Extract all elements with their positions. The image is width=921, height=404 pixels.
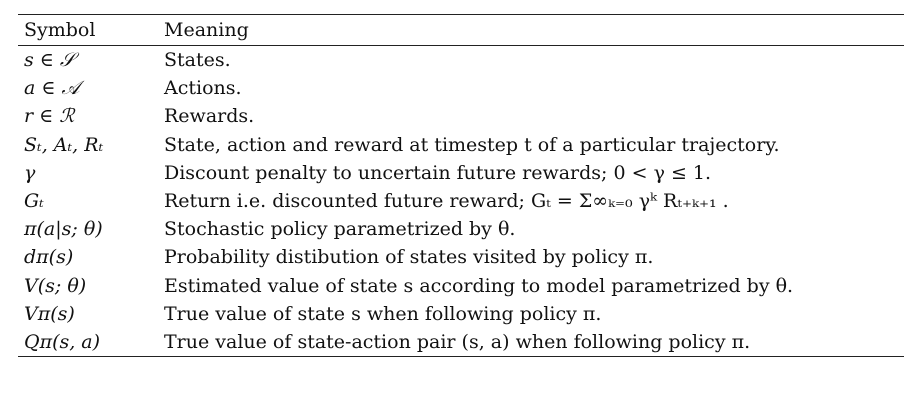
symbol-cell: V(s; θ): [24, 274, 87, 297]
meaning-cell: Rewards.: [164, 105, 255, 128]
meaning-cell: True value of state s when following pol…: [164, 302, 602, 325]
symbol-cell: Gₜ: [24, 190, 44, 213]
table-header-row: Symbol Meaning: [18, 14, 904, 46]
table-row: r ∈ ℛ Rewards.: [18, 102, 904, 130]
symbol-cell: dπ(s): [24, 246, 74, 269]
notation-table-container: Symbol Meaning s ∈ 𝒮 States. a ∈ 𝒜 Actions.…: [18, 14, 904, 357]
table-row: γ Discount penalty to uncertain future re…: [18, 159, 904, 187]
meaning-cell: Return i.e. discounted future reward; Gₜ…: [164, 190, 729, 213]
symbol-cell: Sₜ, Aₜ, Rₜ: [24, 133, 104, 156]
table-row: π(a|s; θ) Stochastic policy parametrized …: [18, 215, 904, 243]
symbol-cell: s ∈ 𝒮: [24, 49, 75, 72]
meaning-cell: State, action and reward at timestep t o…: [164, 133, 780, 156]
meaning-cell: True value of state-action pair (s, a) w…: [164, 330, 751, 353]
table-row: s ∈ 𝒮 States.: [18, 45, 904, 75]
symbol-cell: a ∈ 𝒜: [24, 77, 80, 100]
symbol-cell: π(a|s; θ): [24, 218, 103, 241]
header-symbol: Symbol: [24, 19, 96, 41]
symbol-cell: r ∈ ℛ: [24, 105, 75, 128]
meaning-cell: States.: [164, 49, 231, 72]
meaning-cell: Estimated value of state s according to …: [164, 274, 794, 297]
meaning-cell: Actions.: [164, 77, 242, 100]
table-row: Gₜ Return i.e. discounted future reward; …: [18, 187, 904, 215]
header-meaning: Meaning: [164, 19, 249, 41]
table-row: V(s; θ) Estimated value of state s accord…: [18, 272, 904, 300]
table-body: s ∈ 𝒮 States. a ∈ 𝒜 Actions. r ∈ ℛ Rewards. Sₜ…: [18, 45, 904, 357]
table-row: Qπ(s, a) True value of state-action pair …: [18, 328, 904, 357]
meaning-cell: Probability distibution of states visite…: [164, 246, 654, 269]
notation-table: Symbol Meaning s ∈ 𝒮 States. a ∈ 𝒜 Actions.…: [18, 14, 904, 357]
table-row: a ∈ 𝒜 Actions.: [18, 74, 904, 102]
table-row: dπ(s) Probability distibution of states v…: [18, 243, 904, 271]
symbol-cell: Qπ(s, a): [24, 330, 101, 353]
meaning-cell: Discount penalty to uncertain future rew…: [164, 161, 712, 184]
table-row: Vπ(s) True value of state s when followin…: [18, 300, 904, 328]
symbol-cell: γ: [24, 161, 36, 184]
meaning-cell: Stochastic policy parametrized by θ.: [164, 218, 516, 241]
symbol-cell: Vπ(s): [24, 302, 75, 325]
table-row: Sₜ, Aₜ, Rₜ State, action and reward at ti…: [18, 131, 904, 159]
